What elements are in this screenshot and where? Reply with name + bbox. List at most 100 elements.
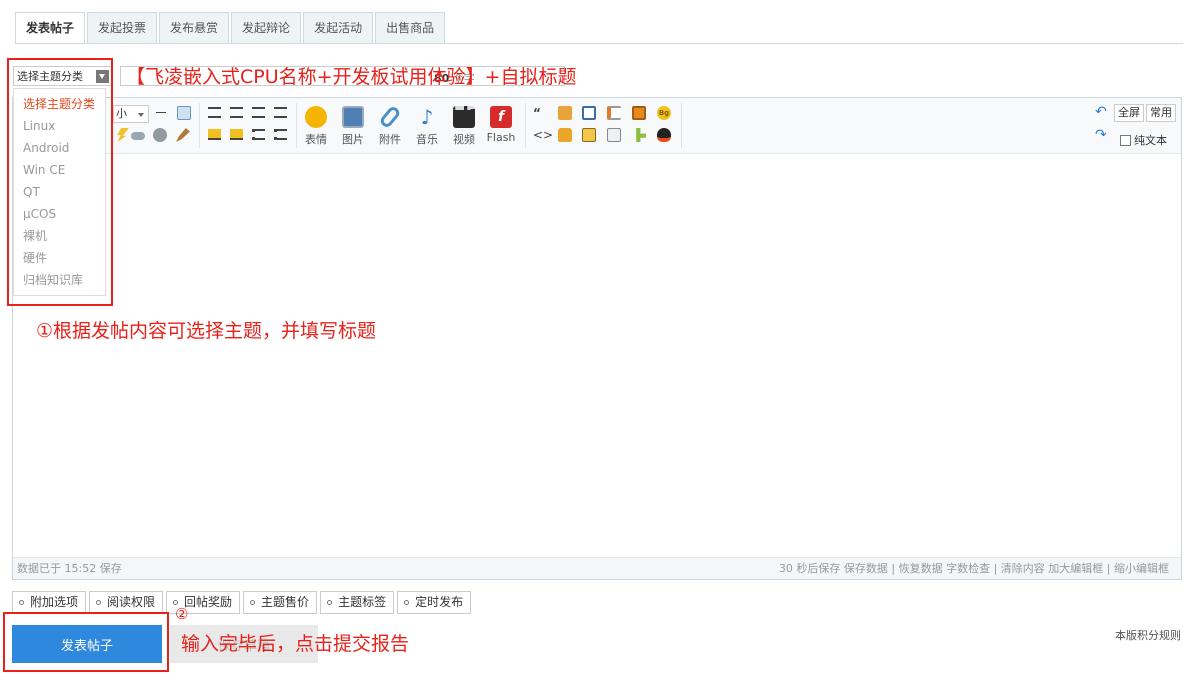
toolbar-separator (681, 103, 682, 148)
post-options: 附加选项 阅读权限 回帖奖励 主题售价 主题标签 定时发布 (12, 591, 474, 614)
tab-underline (15, 43, 1183, 44)
plain-text-label: 纯文本 (1134, 134, 1167, 147)
editor-actions[interactable]: 30 秒后保存 保存数据 | 恢复数据 字数检查 | 清除内容 加大编辑框 | … (779, 558, 1169, 579)
video-label: 视频 (453, 133, 475, 146)
option-label: 主题售价 (261, 595, 310, 609)
unordered-list-icon[interactable] (274, 129, 287, 140)
music-label: 音乐 (416, 133, 438, 146)
editor-statusbar: 数据已于 15:52 保存 30 秒后保存 保存数据 | 恢复数据 字数检查 |… (13, 557, 1181, 579)
index-icon[interactable] (632, 106, 646, 120)
option-tags[interactable]: 主题标签 (320, 591, 395, 614)
option-read-permission[interactable]: 阅读权限 (89, 591, 164, 614)
toolbar-separator (296, 103, 297, 148)
autosave-status: 数据已于 15:52 保存 (17, 562, 122, 575)
radio-dot-icon (96, 600, 102, 605)
redo-icon[interactable]: ↷ (1095, 128, 1110, 142)
music-note-icon: ♪ (420, 105, 434, 129)
align-right-icon[interactable] (252, 107, 265, 118)
option-label: 附加选项 (30, 595, 79, 609)
post-type-tabs: 发表帖子 发起投票 发布悬赏 发起辩论 发起活动 出售商品 (15, 12, 447, 44)
annotation-box-submit (3, 612, 169, 672)
align-justify-icon[interactable] (274, 107, 287, 118)
option-extra[interactable]: 附加选项 (12, 591, 87, 614)
float-right-icon[interactable] (230, 129, 243, 140)
fullscreen-button[interactable]: 全屏 (1114, 104, 1144, 122)
key-icon[interactable] (636, 128, 646, 142)
film-icon (453, 106, 475, 128)
font-size-select[interactable]: 小 (113, 105, 149, 123)
dropdown-item[interactable]: QT (14, 181, 105, 203)
radio-dot-icon (19, 600, 24, 605)
video-button[interactable]: 视频 (447, 106, 481, 148)
annotation-step1: ①根据发帖内容可选择主题，并填写标题 (36, 320, 377, 342)
dropdown-item[interactable]: Win CE (14, 159, 105, 181)
option-label: 阅读权限 (107, 595, 156, 609)
qq-icon[interactable] (657, 128, 671, 142)
flash-button[interactable]: f Flash (484, 106, 518, 148)
option-label: 主题标签 (338, 595, 387, 609)
smiley-icon (305, 106, 327, 128)
table-icon[interactable] (177, 106, 191, 120)
dropdown-item[interactable]: Android (14, 137, 105, 159)
tab-reward[interactable]: 发布悬赏 (159, 12, 230, 43)
toolbar-separator (199, 103, 200, 148)
clear-format-icon[interactable] (176, 128, 190, 142)
plain-text-toggle[interactable]: 纯文本 (1120, 132, 1167, 148)
dropdown-item[interactable]: 硬件 (14, 247, 105, 269)
image-label: 图片 (342, 133, 364, 146)
lock-icon[interactable] (558, 128, 572, 142)
option-price[interactable]: 主题售价 (243, 591, 318, 614)
tab-poll[interactable]: 发起投票 (87, 12, 158, 43)
undo-icon[interactable]: ↶ (1095, 105, 1110, 119)
attachment-label: 附件 (379, 133, 401, 146)
table-grid-icon[interactable] (607, 128, 621, 142)
credit-rules-link[interactable]: 本版积分规则 (1115, 627, 1181, 643)
dropdown-item[interactable]: Linux (14, 115, 105, 137)
radio-dot-icon (404, 600, 410, 605)
flash-label: Flash (486, 131, 516, 144)
tab-trade[interactable]: 出售商品 (375, 12, 446, 43)
option-label: 回帖奖励 (184, 595, 233, 609)
editor-toolbar: 小 表情 图片 附件 ♪ 音乐 视频 f Flash “ Bg <> ↶ 全屏 … (13, 98, 1181, 154)
dropdown-item[interactable]: μCOS (14, 203, 105, 225)
ordered-list-icon[interactable] (252, 129, 265, 140)
attachment-button[interactable]: 附件 (373, 104, 407, 148)
unlink-icon[interactable] (153, 128, 167, 142)
annotation-step2: 输入完毕后，点击提交报告 (181, 633, 410, 655)
align-left-icon[interactable] (208, 107, 221, 118)
emoji-button[interactable]: 表情 (299, 106, 333, 148)
dropdown-item[interactable]: 归档知识库 (14, 269, 105, 291)
editor-textarea[interactable] (13, 155, 1181, 558)
annotation-title-guide: 【飞凌嵌入式CPU名称+开发板试用体验】+自拟标题 (126, 66, 577, 88)
music-button[interactable]: ♪ 音乐 (410, 106, 444, 148)
image-button[interactable]: 图片 (336, 106, 370, 148)
common-button[interactable]: 常用 (1146, 104, 1176, 122)
option-label: 定时发布 (415, 595, 464, 609)
background-color-icon[interactable]: Bg (657, 106, 671, 120)
password-icon[interactable] (582, 128, 596, 142)
dropdown-item[interactable]: 裸机 (14, 225, 105, 247)
horizontal-rule-icon[interactable] (156, 112, 166, 113)
free-content-icon[interactable] (558, 106, 572, 120)
float-left-icon[interactable] (208, 129, 221, 140)
radio-dot-icon (250, 600, 256, 605)
page-break-icon[interactable] (607, 106, 621, 120)
word-paste-icon[interactable] (582, 106, 596, 120)
link-icon[interactable] (131, 132, 145, 140)
option-scheduled[interactable]: 定时发布 (397, 591, 472, 614)
paperclip-icon (378, 104, 402, 130)
thread-type-dropdown: 选择主题分类 Linux Android Win CE QT μCOS 裸机 硬… (13, 88, 106, 296)
tab-debate[interactable]: 发起辩论 (231, 12, 302, 43)
emoji-label: 表情 (305, 133, 327, 146)
quote-icon[interactable]: “ (533, 106, 541, 120)
plain-text-checkbox[interactable] (1120, 134, 1131, 146)
align-center-icon[interactable] (230, 107, 243, 118)
annotation-step2-number: ② (175, 605, 189, 623)
radio-dot-icon (327, 600, 333, 605)
lightning-icon[interactable] (117, 128, 129, 142)
code-icon[interactable]: <> (533, 128, 553, 142)
tab-activity[interactable]: 发起活动 (303, 12, 374, 43)
image-icon (342, 106, 364, 128)
dropdown-item[interactable]: 选择主题分类 (14, 93, 105, 115)
tab-post[interactable]: 发表帖子 (15, 12, 86, 44)
